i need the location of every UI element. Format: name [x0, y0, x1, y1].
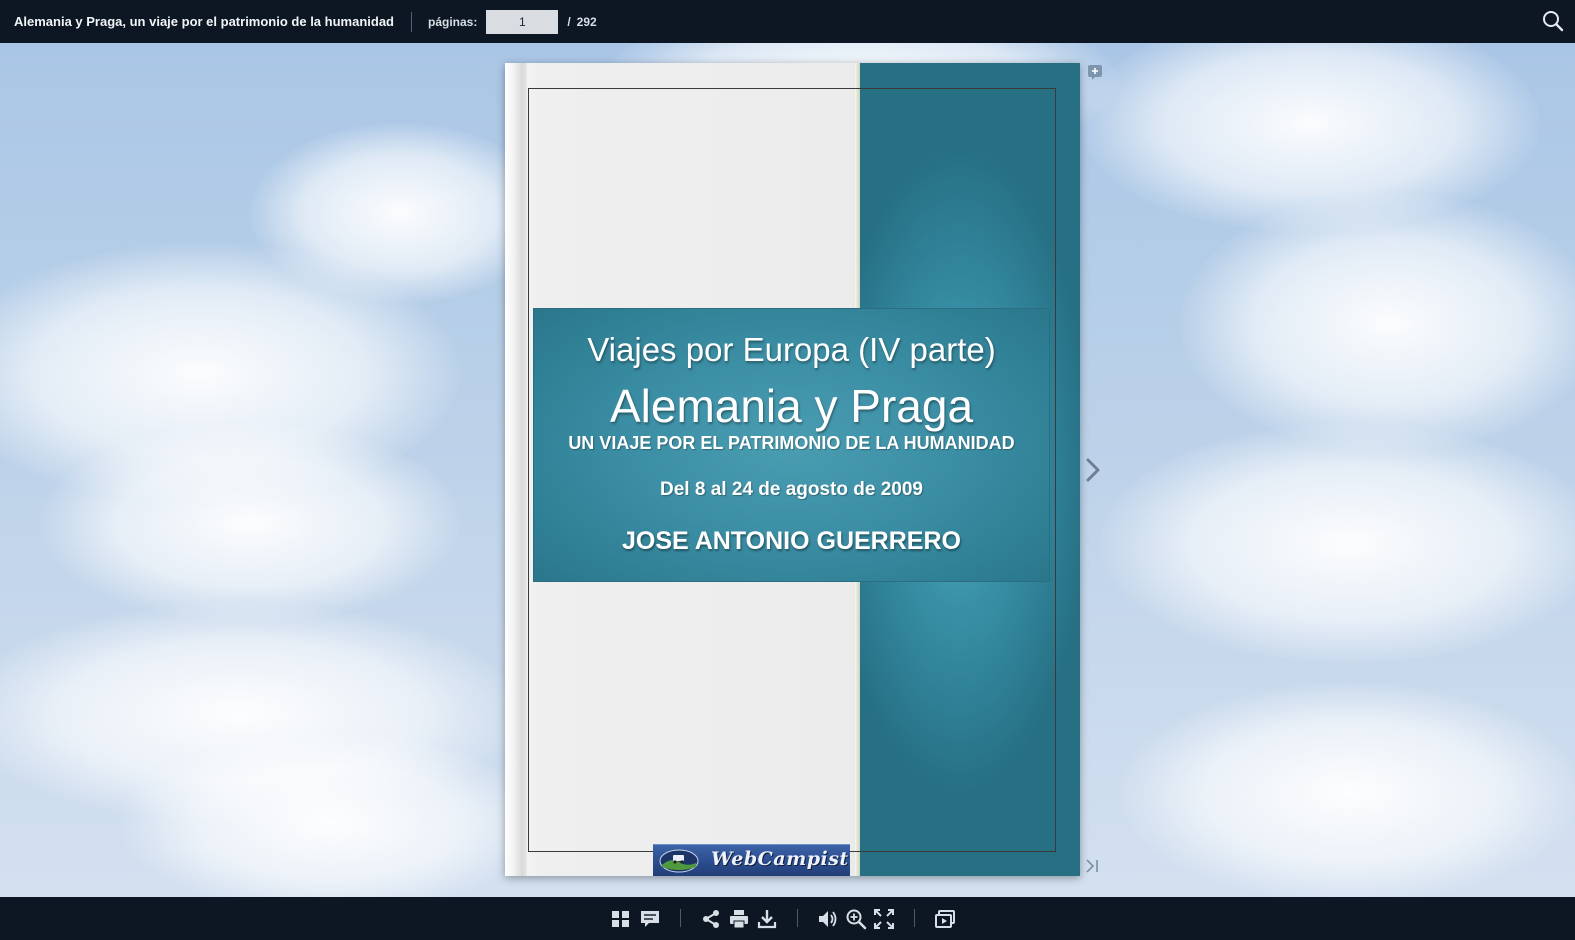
cover-subtitle: UN VIAJE POR EL PATRIMONIO DE LA HUMANID…	[568, 433, 1015, 453]
cover-dates: Del 8 al 24 de agosto de 2009	[660, 479, 923, 500]
webcampist-logo: WebCampist	[653, 844, 850, 876]
fullscreen-icon	[874, 909, 894, 929]
comments-button[interactable]	[639, 908, 661, 930]
toolbar-divider	[680, 909, 681, 927]
zoom-in-icon	[846, 909, 867, 930]
search-icon	[1543, 11, 1564, 32]
thumbnails-icon	[612, 911, 629, 927]
total-pages: 292	[576, 14, 597, 29]
page-number-input[interactable]	[486, 9, 559, 34]
download-button[interactable]	[756, 908, 778, 930]
pages-label: páginas:	[427, 14, 478, 29]
bottom-toolbar	[0, 897, 1575, 940]
last-page-button[interactable]	[1083, 857, 1101, 875]
cover-title: Alemania y Praga	[609, 380, 974, 432]
cloud	[40, 423, 460, 623]
logo-emblem-icon	[659, 849, 699, 873]
slideshow-icon	[935, 910, 955, 928]
cover-author: JOSE ANTONIO GUERRERO	[622, 527, 961, 555]
print-icon	[730, 910, 748, 929]
divider	[410, 11, 412, 32]
zoom-in-button[interactable]	[845, 908, 867, 930]
print-button[interactable]	[728, 908, 750, 930]
cloud	[1180, 193, 1575, 453]
cloud	[1120, 683, 1575, 897]
comments-icon	[641, 911, 659, 927]
top-bar: Alemania y Praga, un viaje por el patrim…	[0, 0, 1575, 43]
sound-icon	[819, 911, 837, 927]
chevron-right-icon	[1086, 458, 1100, 482]
toolbar-divider	[797, 909, 798, 927]
sound-button[interactable]	[817, 908, 839, 930]
toolbar-divider	[914, 909, 915, 927]
thumbnails-button[interactable]	[610, 908, 632, 930]
page-separator: /	[567, 14, 571, 29]
last-page-icon	[1086, 859, 1098, 873]
search-button[interactable]	[1541, 9, 1565, 33]
book-cover[interactable]: Viajes por Europa (IV parte) Alemania y …	[505, 63, 1080, 876]
book-spine	[505, 63, 527, 876]
download-icon	[757, 910, 777, 929]
share-button[interactable]	[700, 908, 722, 930]
add-note-button[interactable]	[1087, 64, 1103, 80]
fullscreen-button[interactable]	[873, 908, 895, 930]
logo-text: WebCampist	[711, 848, 849, 870]
cloud	[1100, 423, 1575, 663]
plus-icon	[1088, 65, 1102, 80]
next-page-button[interactable]	[1082, 454, 1104, 486]
slideshow-button[interactable]	[934, 908, 956, 930]
share-icon	[703, 910, 719, 928]
cover-series: Viajes por Europa (IV parte)	[587, 331, 996, 368]
document-title: Alemania y Praga, un viaje por el patrim…	[14, 14, 394, 29]
cover-title-panel: Viajes por Europa (IV parte) Alemania y …	[533, 308, 1050, 582]
